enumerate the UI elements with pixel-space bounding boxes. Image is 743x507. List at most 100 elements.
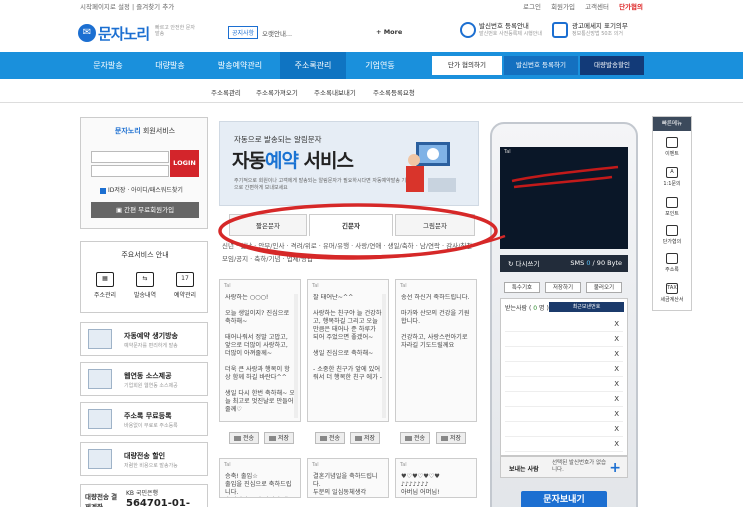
notice-more-link[interactable]: + More xyxy=(376,28,402,36)
save-button[interactable]: 저장 xyxy=(264,432,294,444)
service-address[interactable]: ▦ 주소관리 xyxy=(91,272,119,299)
nav-bulk[interactable]: 대량발송 xyxy=(140,52,200,79)
recipient-row[interactable]: X xyxy=(505,319,623,332)
message-type-tabs: 짧은문자 긴문자 그림문자 xyxy=(225,214,477,236)
logo-subtitle: 빠르고 안전한 문자발송 xyxy=(155,25,195,37)
contact-icon xyxy=(666,253,678,264)
tab-short[interactable]: 짧은문자 xyxy=(229,214,307,236)
nav-send[interactable]: 문자발송 xyxy=(80,52,136,79)
message-label: Tal xyxy=(400,462,407,468)
utility-left-links[interactable]: 시작페이지로 설정 | 즐겨찾기 추가 xyxy=(80,1,174,11)
notice-tag: 공지사항 xyxy=(228,26,259,39)
recipient-row[interactable]: X xyxy=(505,424,623,437)
nav-address[interactable]: 주소록관리 xyxy=(280,52,346,79)
message-card[interactable]: Tal 잘 태어난~^^ 사랑하는 친구야 늘 건강하고, 행복하길 그리고 오… xyxy=(307,279,389,422)
utility-right-links: 로그인 회원가입 고객센터 단가협의 xyxy=(515,1,643,11)
remove-icon[interactable]: X xyxy=(614,425,619,433)
recipient-row[interactable]: X xyxy=(505,364,623,377)
remove-icon[interactable]: X xyxy=(614,365,619,373)
reset-button[interactable]: ↻ 다시쓰기 xyxy=(508,258,539,268)
remove-icon[interactable]: X xyxy=(614,395,619,403)
message-input-screen[interactable]: Tal xyxy=(500,147,628,249)
save-button[interactable]: 저장 xyxy=(350,432,380,444)
send-button[interactable]: 전송 xyxy=(400,432,430,444)
special-char-button[interactable]: 특수기호 xyxy=(504,282,540,293)
remove-icon[interactable]: X xyxy=(614,350,619,358)
recipient-row[interactable]: X xyxy=(505,334,623,347)
message-card[interactable]: Tal ♥♡♥♡♥♡♥ ♪♪♪♪♪♪♪ 아버님 어머님! xyxy=(395,458,477,498)
support-link[interactable]: 고객센터 xyxy=(585,3,609,11)
web-source-icon xyxy=(88,369,112,389)
send-message-button[interactable]: 문자보내기 xyxy=(521,491,607,507)
logo[interactable]: ✉ 문자노리 xyxy=(78,22,150,44)
auto-reserve-banner[interactable]: 자동으로 발송되는 알림문자 자동예약 서비스 주기적으로 회원이나 고객에게 … xyxy=(219,121,479,206)
tab-long[interactable]: 긴문자 xyxy=(309,214,393,236)
remember-id-checkbox[interactable]: ID저장 · 아이디/패스워드찾기 xyxy=(100,185,183,194)
subnav-address-import[interactable]: 주소록가져오기 xyxy=(256,87,298,97)
message-scrollbar[interactable] xyxy=(382,294,386,418)
recipient-row[interactable]: X xyxy=(505,409,623,422)
remove-icon[interactable]: X xyxy=(614,335,619,343)
login-button[interactable]: LOGIN xyxy=(170,150,199,177)
tab-image[interactable]: 그림문자 xyxy=(395,214,475,236)
sender-register-link[interactable]: 발신번호 등록안내 발신번호 사전등록제 시행안내 xyxy=(479,22,542,38)
address-book-icon: ▦ xyxy=(96,272,114,287)
service-reserve[interactable]: 17 예약관리 xyxy=(171,272,199,299)
signup-link[interactable]: 회원가입 xyxy=(551,3,575,11)
ad-notice-link[interactable]: 광고메세지 표기의무 정보통신망법 50조 의거 xyxy=(572,22,628,38)
service-item-sub: 저렴한 비용으로 발송가능 xyxy=(124,463,178,469)
message-card[interactable]: Tal 승축! 출입☆ 출입을 진심으로 축하드립니다. 출입이란 끝이 아니라… xyxy=(219,458,301,498)
sender-register-title: 발신번호 등록안내 xyxy=(479,22,529,30)
service-history[interactable]: ⇆ 발송내역 xyxy=(131,272,159,299)
recipient-row[interactable]: X xyxy=(505,349,623,362)
add-sender-icon[interactable]: + xyxy=(609,460,621,476)
subnav-address-manage[interactable]: 주소록관리 xyxy=(211,87,241,97)
remove-icon[interactable]: X xyxy=(614,380,619,388)
service-item-bulk[interactable]: 대량전송 할인 저렴한 비용으로 발송가능 xyxy=(80,442,208,476)
save-message-button[interactable]: 저장하기 xyxy=(545,282,581,293)
save-button[interactable]: 저장 xyxy=(436,432,466,444)
quick-contact[interactable]: 주소록 xyxy=(653,253,691,273)
login-password-input[interactable] xyxy=(91,165,169,177)
login-link[interactable]: 로그인 xyxy=(523,3,541,11)
header: ✉ 문자노리 빠르고 안전한 문자발송 공지사항 오랫안내... + More … xyxy=(0,12,743,52)
service-item-web[interactable]: 웹연동 소스제공 기업회원 웹연동 소스제공 xyxy=(80,362,208,396)
remove-icon[interactable]: X xyxy=(614,320,619,328)
message-card[interactable]: Tal 송선 하신거 축하드립니다. 마가와 산모의 건강을 기원합니다. 건강… xyxy=(395,279,477,422)
price-consult-button[interactable]: 단가 협의하기 xyxy=(432,56,502,75)
quick-tax[interactable]: TAX 세금계산서 xyxy=(653,283,691,303)
send-button[interactable]: 전송 xyxy=(315,432,345,444)
subnav-address-export[interactable]: 주소록내보내기 xyxy=(314,87,356,97)
service-item-sub: 기업회원 웹연동 소스제공 xyxy=(124,383,178,389)
nav-enterprise[interactable]: 기업연동 xyxy=(350,52,410,79)
notice-text[interactable]: 오랫안내... xyxy=(262,28,292,38)
quick-price[interactable]: 단가협의 xyxy=(653,225,691,245)
login-id-input[interactable] xyxy=(91,151,169,163)
service-item-auto[interactable]: 자동예약 생기방송 예약문자를 편리하게 발송 xyxy=(80,322,208,356)
recipient-row[interactable]: X xyxy=(505,394,623,407)
subnav-address-request[interactable]: 주소록등록요청 xyxy=(373,87,415,97)
recipient-row[interactable]: X xyxy=(505,379,623,392)
price-consult-link[interactable]: 단가협의 xyxy=(619,3,643,11)
save-icon xyxy=(354,436,362,441)
quick-inquiry[interactable]: A 1:1문의 xyxy=(653,167,691,187)
sender-register-button[interactable]: 발신번호 등록하기 xyxy=(504,56,578,75)
load-message-button[interactable]: 불러오기 xyxy=(586,282,622,293)
message-scrollbar[interactable] xyxy=(294,294,298,418)
banner-small-title: 자동으로 발송되는 알림문자 xyxy=(234,135,322,144)
bulk-discount-button[interactable]: 대량발송할인 xyxy=(580,56,644,75)
message-categories[interactable]: 신년 · 설날 · 안부/인사 · 격려/위로 · 유머/유행 · 사랑/연애 … xyxy=(222,240,484,266)
message-card[interactable]: Tal 사랑하는 ○○○! 오늘 생일이지? 진심으로 축하해~ 태어나줘서 정… xyxy=(219,279,301,422)
service-item-address[interactable]: 주소록 무료등록 바용없이 무료로 주소등록 xyxy=(80,402,208,436)
recent-numbers-tab[interactable]: 최근보낸번호 xyxy=(549,302,624,312)
nav-reserve[interactable]: 발송예약관리 xyxy=(204,52,276,79)
remove-icon[interactable]: X xyxy=(614,410,619,418)
quick-event[interactable]: 이벤트 xyxy=(653,137,691,157)
join-button[interactable]: ▣ 간편 무료회원가입 xyxy=(91,202,199,218)
quick-point[interactable]: 포인트 xyxy=(653,197,691,217)
send-button[interactable]: 전송 xyxy=(229,432,259,444)
recipient-row[interactable]: X xyxy=(505,439,623,452)
message-card[interactable]: Tal 결혼기념일을 축하드립니다. 두분의 일심동체생각 xyxy=(307,458,389,498)
remove-icon[interactable]: X xyxy=(614,440,619,448)
service-item-title: 자동예약 생기방송 xyxy=(124,332,178,340)
